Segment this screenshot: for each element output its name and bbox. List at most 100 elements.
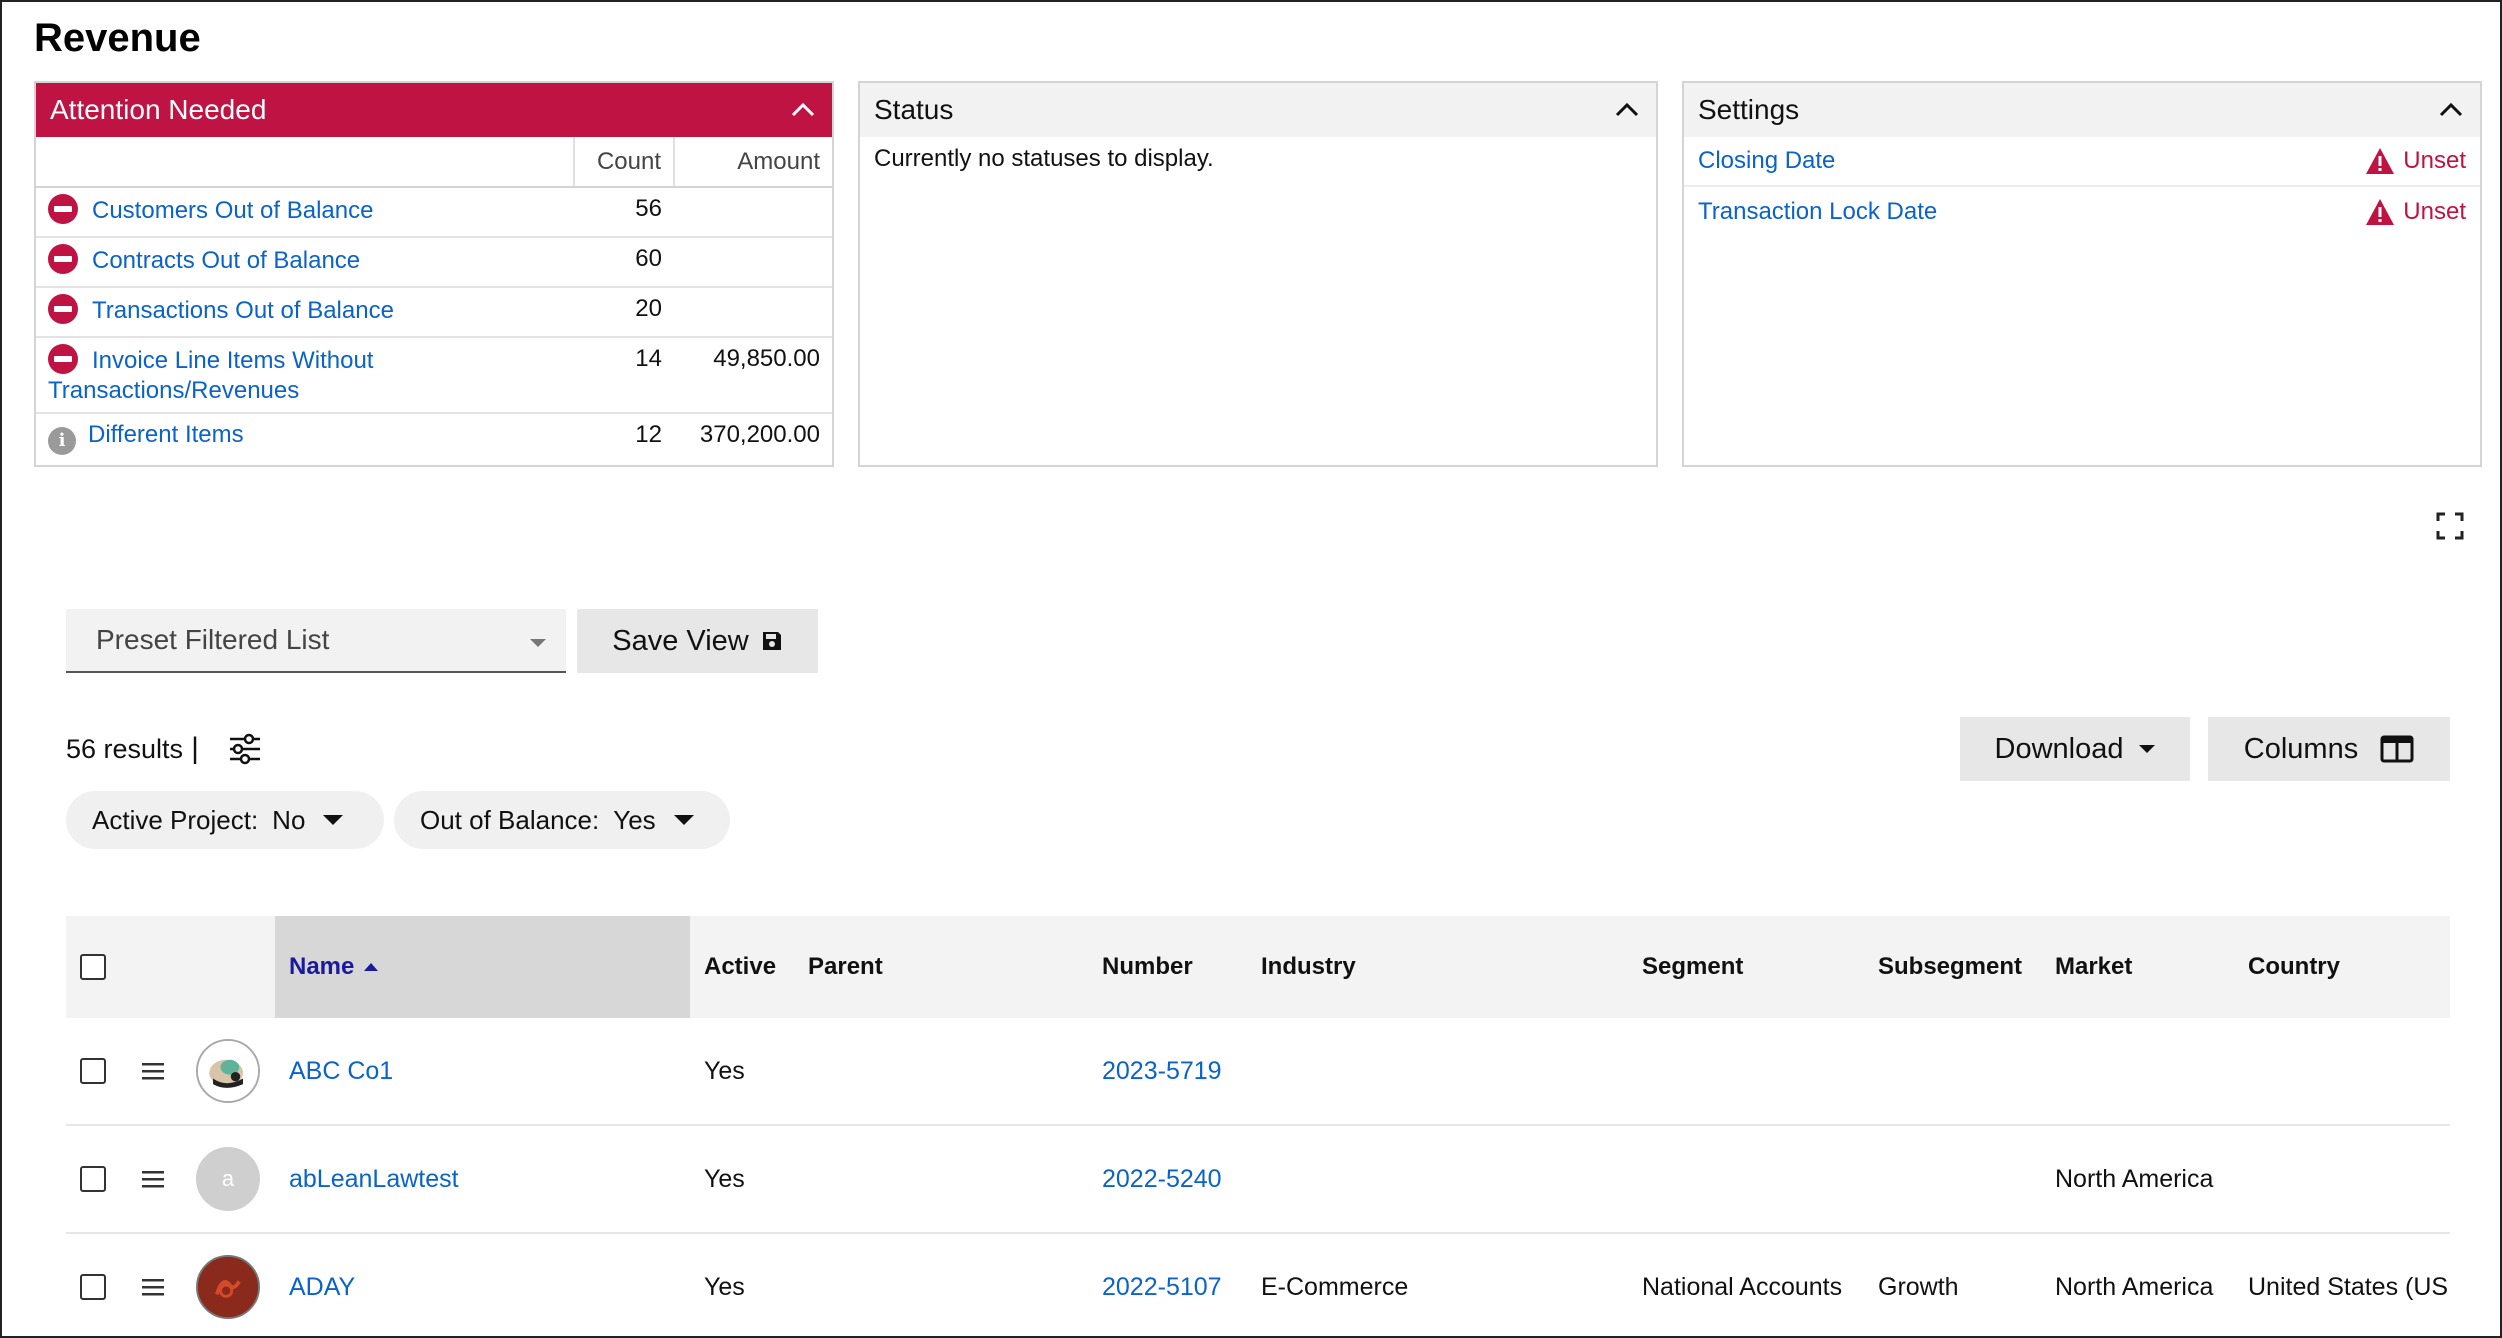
info-icon: i [48, 427, 76, 455]
attention-row-amount [674, 187, 832, 238]
column-header-name[interactable]: Name [289, 916, 379, 1018]
preset-filter-placeholder: Preset Filtered List [96, 624, 330, 655]
settings-row-link[interactable]: Transaction Lock Date [1698, 198, 1937, 226]
minus-circle-icon [48, 194, 78, 224]
attention-row[interactable]: Invoice Line Items Without Transactions/… [36, 337, 832, 414]
settings-row: Transaction Lock Date Unset [1684, 187, 2480, 237]
row-name-link[interactable]: ADAY [289, 1234, 355, 1338]
avatar [196, 1039, 260, 1103]
collapse-chevron-icon[interactable] [2436, 95, 2466, 125]
warning-icon [2366, 148, 2395, 174]
collapse-chevron-icon[interactable] [1612, 95, 1642, 125]
warning-icon [2366, 199, 2395, 225]
expand-fullscreen-icon[interactable] [2436, 512, 2464, 540]
status-message: Currently no statuses to display. [874, 145, 1214, 172]
row-active: Yes [704, 1164, 745, 1193]
attention-needed-header: Attention Needed [36, 83, 832, 137]
attention-row[interactable]: Transactions Out of Balance 20 [36, 287, 832, 338]
caret-down-icon [673, 815, 694, 825]
settings-title: Settings [1698, 94, 1800, 125]
page-title: Revenue [34, 16, 201, 60]
attention-row-link[interactable]: Contracts Out of Balance [92, 247, 360, 274]
row-name-link[interactable]: ABC Co1 [289, 1018, 393, 1124]
filter-chip-value: No [272, 804, 306, 835]
column-header-number[interactable]: Number [1102, 916, 1193, 1018]
unset-label: Unset [2403, 198, 2466, 225]
attention-needed-title: Attention Needed [50, 94, 267, 125]
column-header-country[interactable]: Country [2248, 916, 2340, 1018]
select-all-checkbox[interactable] [80, 954, 106, 980]
results-count: 56 results [66, 733, 184, 764]
column-header-active[interactable]: Active [704, 916, 776, 1018]
caret-down-icon [2139, 745, 2156, 753]
row-name-link[interactable]: abLeanLawtest [289, 1126, 459, 1232]
divider: | [191, 732, 199, 765]
results-summary: 56 results | [66, 732, 263, 766]
attention-row-count: 56 [574, 187, 674, 238]
column-header-name-label: Name [289, 953, 355, 980]
row-number-link[interactable]: 2022-5107 [1102, 1234, 1222, 1338]
table-row[interactable]: a abLeanLawtest Yes 2022-5240 North Amer… [66, 1126, 2450, 1234]
row-checkbox[interactable] [80, 1058, 106, 1084]
column-header-subsegment[interactable]: Subsegment [1878, 916, 2022, 1018]
save-view-label: Save View [612, 624, 749, 657]
table-row[interactable]: ABC Co1 Yes 2023-5719 [66, 1018, 2450, 1126]
avatar [196, 1255, 260, 1319]
column-header-industry[interactable]: Industry [1261, 916, 1356, 1018]
filter-chip-out-of-balance[interactable]: Out of Balance: Yes [394, 791, 730, 849]
unset-label: Unset [2403, 147, 2466, 174]
table-row[interactable]: ADAY Yes 2022-5107 E-Commerce National A… [66, 1234, 2450, 1338]
attention-row-amount: 49,850.00 [674, 337, 832, 414]
column-header-count: Count [574, 137, 675, 188]
save-view-button[interactable]: Save View [577, 609, 818, 673]
column-header-parent[interactable]: Parent [808, 916, 883, 1018]
download-button[interactable]: Download [1960, 717, 2190, 781]
attention-row-link[interactable]: Different Items [88, 421, 244, 448]
row-market: North America [2055, 1164, 2214, 1193]
row-number-link[interactable]: 2022-5240 [1102, 1126, 1222, 1232]
columns-label: Columns [2243, 732, 2359, 765]
attention-row-count: 14 [574, 337, 674, 414]
column-header-market[interactable]: Market [2055, 916, 2132, 1018]
column-header-segment[interactable]: Segment [1642, 916, 1743, 1018]
filter-chip-label: Active Project: [92, 804, 259, 835]
attention-row-link[interactable]: Customers Out of Balance [92, 197, 373, 224]
sort-ascending-icon [364, 963, 379, 971]
attention-row-link[interactable]: Invoice Line Items Without Transactions/… [48, 347, 373, 404]
attention-needed-panel: Attention Needed Count Amount Customers … [34, 81, 834, 467]
customers-grid: Name Active Parent Number Industry Segme… [66, 916, 2450, 1338]
row-market: North America [2055, 1272, 2214, 1301]
columns-button[interactable]: Columns [2208, 717, 2450, 781]
attention-row[interactable]: Customers Out of Balance 56 [36, 187, 832, 238]
attention-row[interactable]: Contracts Out of Balance 60 [36, 237, 832, 288]
row-menu-icon[interactable] [142, 1169, 164, 1189]
settings-row: Closing Date Unset [1684, 137, 2480, 187]
status-title: Status [874, 94, 954, 125]
attention-table-header: Count Amount [36, 137, 832, 188]
settings-header: Settings [1684, 83, 2480, 137]
attention-row[interactable]: i Different Items 12 370,200.00 [36, 413, 832, 463]
filter-chip-value: Yes [613, 804, 656, 835]
columns-icon [2380, 735, 2414, 763]
row-checkbox[interactable] [80, 1166, 106, 1192]
save-disk-icon [762, 632, 781, 650]
attention-row-amount: 370,200.00 [699, 421, 820, 448]
row-number-link[interactable]: 2023-5719 [1102, 1018, 1222, 1124]
unset-status: Unset [2365, 147, 2466, 175]
row-menu-icon[interactable] [142, 1061, 164, 1081]
attention-table: Count Amount Customers Out of Balance 56… [36, 137, 832, 463]
attention-row-link[interactable]: Transactions Out of Balance [92, 297, 394, 324]
collapse-chevron-icon[interactable] [788, 95, 818, 125]
attention-row-amount [674, 287, 832, 338]
settings-row-link[interactable]: Closing Date [1698, 147, 1835, 175]
row-active: Yes [704, 1056, 745, 1085]
row-checkbox[interactable] [80, 1274, 106, 1300]
column-header-name [36, 137, 575, 188]
filter-chip-active-project[interactable]: Active Project: No [66, 791, 384, 849]
preset-filter-select[interactable]: Preset Filtered List [66, 609, 566, 673]
row-menu-icon[interactable] [142, 1277, 164, 1297]
minus-circle-icon [48, 244, 78, 274]
status-panel: Status Currently no statuses to display. [858, 81, 1658, 467]
chevron-down-icon [530, 639, 546, 647]
filter-sliders-icon[interactable] [227, 733, 263, 765]
